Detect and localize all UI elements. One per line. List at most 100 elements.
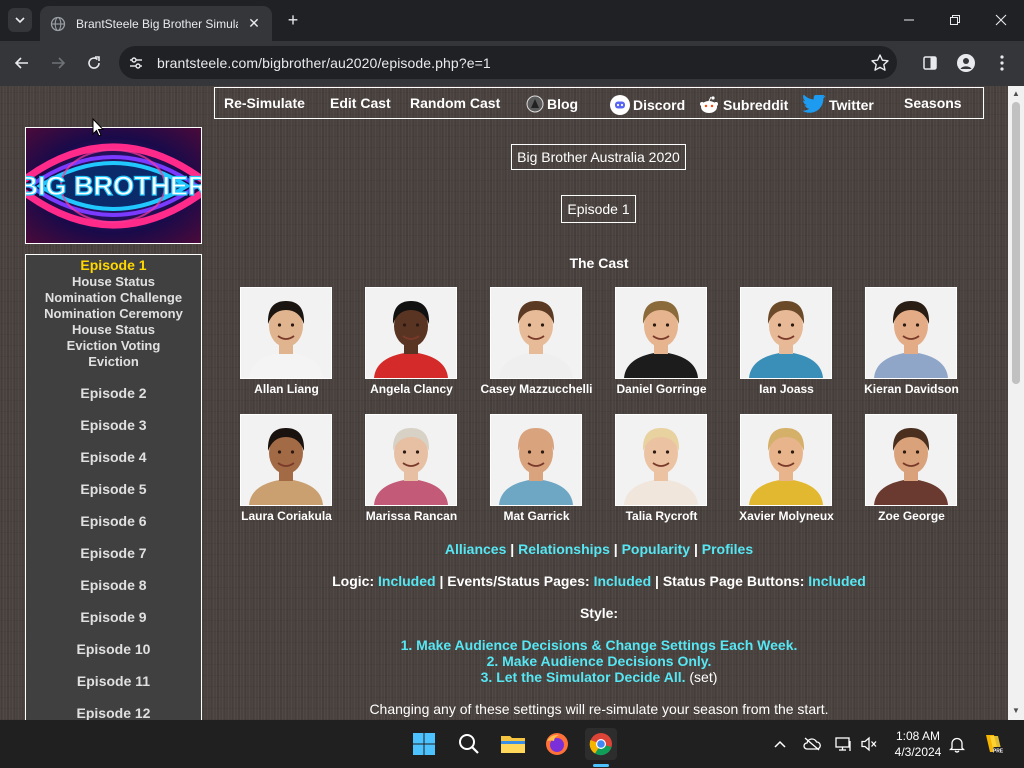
side-panel-button[interactable] bbox=[920, 53, 940, 73]
taskbar-clock[interactable]: 1:08 AM 4/3/2024 bbox=[886, 728, 950, 760]
url-text[interactable]: brantsteele.com/bigbrother/au2020/episod… bbox=[157, 55, 491, 71]
cast-photo[interactable] bbox=[490, 414, 582, 506]
big-brother-logo[interactable]: BIG BROTHER bbox=[25, 127, 202, 244]
sidebar-episode-11[interactable]: Episode 11 bbox=[26, 673, 201, 689]
sidebar-sub-house-status[interactable]: House Status bbox=[26, 274, 201, 289]
big-brother-eye-logo: BIG BROTHER bbox=[26, 128, 201, 243]
search-button[interactable] bbox=[453, 728, 485, 760]
chrome-icon bbox=[589, 733, 612, 756]
close-window-button[interactable] bbox=[989, 8, 1013, 32]
scrollbar-thumb[interactable] bbox=[1012, 102, 1020, 384]
reload-button[interactable] bbox=[82, 51, 106, 75]
cast-photo[interactable] bbox=[490, 287, 582, 379]
cast-photo[interactable] bbox=[365, 287, 457, 379]
notifications-button[interactable] bbox=[948, 735, 966, 753]
nav-discord[interactable]: Discord bbox=[610, 95, 685, 115]
scroll-down-arrow-icon[interactable]: ▼ bbox=[1012, 707, 1020, 715]
chrome-menu-button[interactable] bbox=[992, 53, 1012, 73]
nav-subreddit[interactable]: Subreddit bbox=[698, 95, 788, 115]
sidebar-sub-nomination-challenge[interactable]: Nomination Challenge bbox=[26, 290, 201, 305]
sidebar-episode-12[interactable]: Episode 12 bbox=[26, 705, 201, 720]
episode-title: Episode 1 bbox=[561, 195, 636, 223]
bookmark-star-icon[interactable] bbox=[870, 53, 890, 73]
site-info-icon[interactable] bbox=[128, 55, 144, 71]
show-hidden-icons-button[interactable] bbox=[771, 735, 789, 753]
link-relationships[interactable]: Relationships bbox=[518, 541, 610, 557]
sidebar-episode-4[interactable]: Episode 4 bbox=[26, 449, 201, 465]
cast-name: Marissa Rancan bbox=[365, 509, 458, 523]
portrait-image bbox=[491, 288, 581, 378]
portrait-image bbox=[616, 288, 706, 378]
back-button[interactable] bbox=[10, 51, 34, 75]
cast-photo[interactable] bbox=[865, 287, 957, 379]
clock-date: 4/3/2024 bbox=[894, 745, 942, 759]
cast-photo[interactable] bbox=[615, 287, 707, 379]
link-profiles[interactable]: Profiles bbox=[702, 541, 753, 557]
onedrive-button[interactable] bbox=[803, 735, 821, 753]
sidebar-sub-eviction-voting[interactable]: Eviction Voting bbox=[26, 338, 201, 353]
events-value-link[interactable]: Included bbox=[594, 573, 652, 589]
nav-blog[interactable]: Blog bbox=[526, 95, 578, 113]
cast-photo[interactable] bbox=[365, 414, 457, 506]
start-button[interactable] bbox=[408, 728, 440, 760]
sidebar-episode-3[interactable]: Episode 3 bbox=[26, 417, 201, 433]
sidebar-episode-6[interactable]: Episode 6 bbox=[26, 513, 201, 529]
active-tab[interactable]: BrantSteele Big Brother Simulat ✕ bbox=[40, 6, 272, 41]
portrait-image bbox=[491, 415, 581, 505]
logic-value-link[interactable]: Included bbox=[378, 573, 436, 589]
nav-resimulate[interactable]: Re-Simulate bbox=[224, 95, 305, 111]
cast-photo[interactable] bbox=[240, 287, 332, 379]
style-option-3[interactable]: 3. Let the Simulator Decide All. bbox=[481, 669, 686, 685]
scroll-up-arrow-icon[interactable]: ▲ bbox=[1012, 90, 1020, 98]
sidebar-episode-5[interactable]: Episode 5 bbox=[26, 481, 201, 497]
sidebar-episode-9[interactable]: Episode 9 bbox=[26, 609, 201, 625]
episode-sidebar: Episode 1 House Status Nomination Challe… bbox=[25, 254, 202, 720]
style-option-1[interactable]: 1. Make Audience Decisions & Change Sett… bbox=[214, 637, 984, 653]
firefox-icon bbox=[546, 733, 568, 755]
profile-button[interactable] bbox=[956, 53, 976, 73]
cast-name: Mat Garrick bbox=[503, 509, 570, 523]
sidebar-episode-8[interactable]: Episode 8 bbox=[26, 577, 201, 593]
link-alliances[interactable]: Alliances bbox=[445, 541, 506, 557]
nav-seasons[interactable]: Seasons bbox=[904, 95, 962, 111]
more-vert-icon bbox=[1000, 55, 1004, 71]
network-button[interactable] bbox=[835, 735, 853, 753]
buttons-value-link[interactable]: Included bbox=[808, 573, 866, 589]
chevron-down-icon bbox=[15, 17, 25, 24]
cast-photo[interactable] bbox=[615, 414, 707, 506]
sidebar-sub-eviction[interactable]: Eviction bbox=[26, 354, 201, 369]
style-option-2[interactable]: 2. Make Audience Decisions Only. bbox=[214, 653, 984, 669]
cast-photo[interactable] bbox=[740, 414, 832, 506]
copilot-button[interactable]: PRE bbox=[980, 732, 1004, 756]
forward-button[interactable] bbox=[46, 51, 70, 75]
nav-edit-cast[interactable]: Edit Cast bbox=[330, 95, 391, 111]
cast-photo[interactable] bbox=[865, 414, 957, 506]
cast-photo[interactable] bbox=[240, 414, 332, 506]
tab-search-button[interactable] bbox=[8, 8, 32, 32]
restore-button[interactable] bbox=[943, 8, 967, 32]
minimize-button[interactable] bbox=[897, 8, 921, 32]
close-icon[interactable]: ✕ bbox=[246, 15, 262, 32]
sidebar-episode-2[interactable]: Episode 2 bbox=[26, 385, 201, 401]
page-scrollbar[interactable]: ▲ ▼ bbox=[1008, 86, 1024, 720]
volume-button[interactable] bbox=[860, 735, 878, 753]
portrait-image bbox=[741, 415, 831, 505]
nav-twitter[interactable]: Twitter bbox=[802, 95, 874, 115]
cast-name: Talia Rycroft bbox=[625, 509, 698, 523]
profile-icon bbox=[957, 54, 975, 72]
sidebar-sub-nomination-ceremony[interactable]: Nomination Ceremony bbox=[26, 306, 201, 321]
sidebar-episode-10[interactable]: Episode 10 bbox=[26, 641, 201, 657]
file-explorer-button[interactable] bbox=[497, 728, 529, 760]
style-heading: Style: bbox=[579, 605, 619, 621]
cloud-offline-icon bbox=[803, 737, 821, 751]
chrome-button[interactable] bbox=[585, 728, 617, 760]
firefox-button[interactable] bbox=[541, 728, 573, 760]
sidebar-sub-house-status[interactable]: House Status bbox=[26, 322, 201, 337]
top-nav: Re-Simulate Edit Cast Random Cast Blog D… bbox=[214, 87, 984, 119]
nav-random-cast[interactable]: Random Cast bbox=[410, 95, 500, 111]
cast-photo[interactable] bbox=[740, 287, 832, 379]
sidebar-episode-7[interactable]: Episode 7 bbox=[26, 545, 201, 561]
link-popularity[interactable]: Popularity bbox=[622, 541, 690, 557]
sidebar-current-episode[interactable]: Episode 1 bbox=[26, 257, 201, 273]
new-tab-button[interactable]: + bbox=[283, 10, 303, 30]
